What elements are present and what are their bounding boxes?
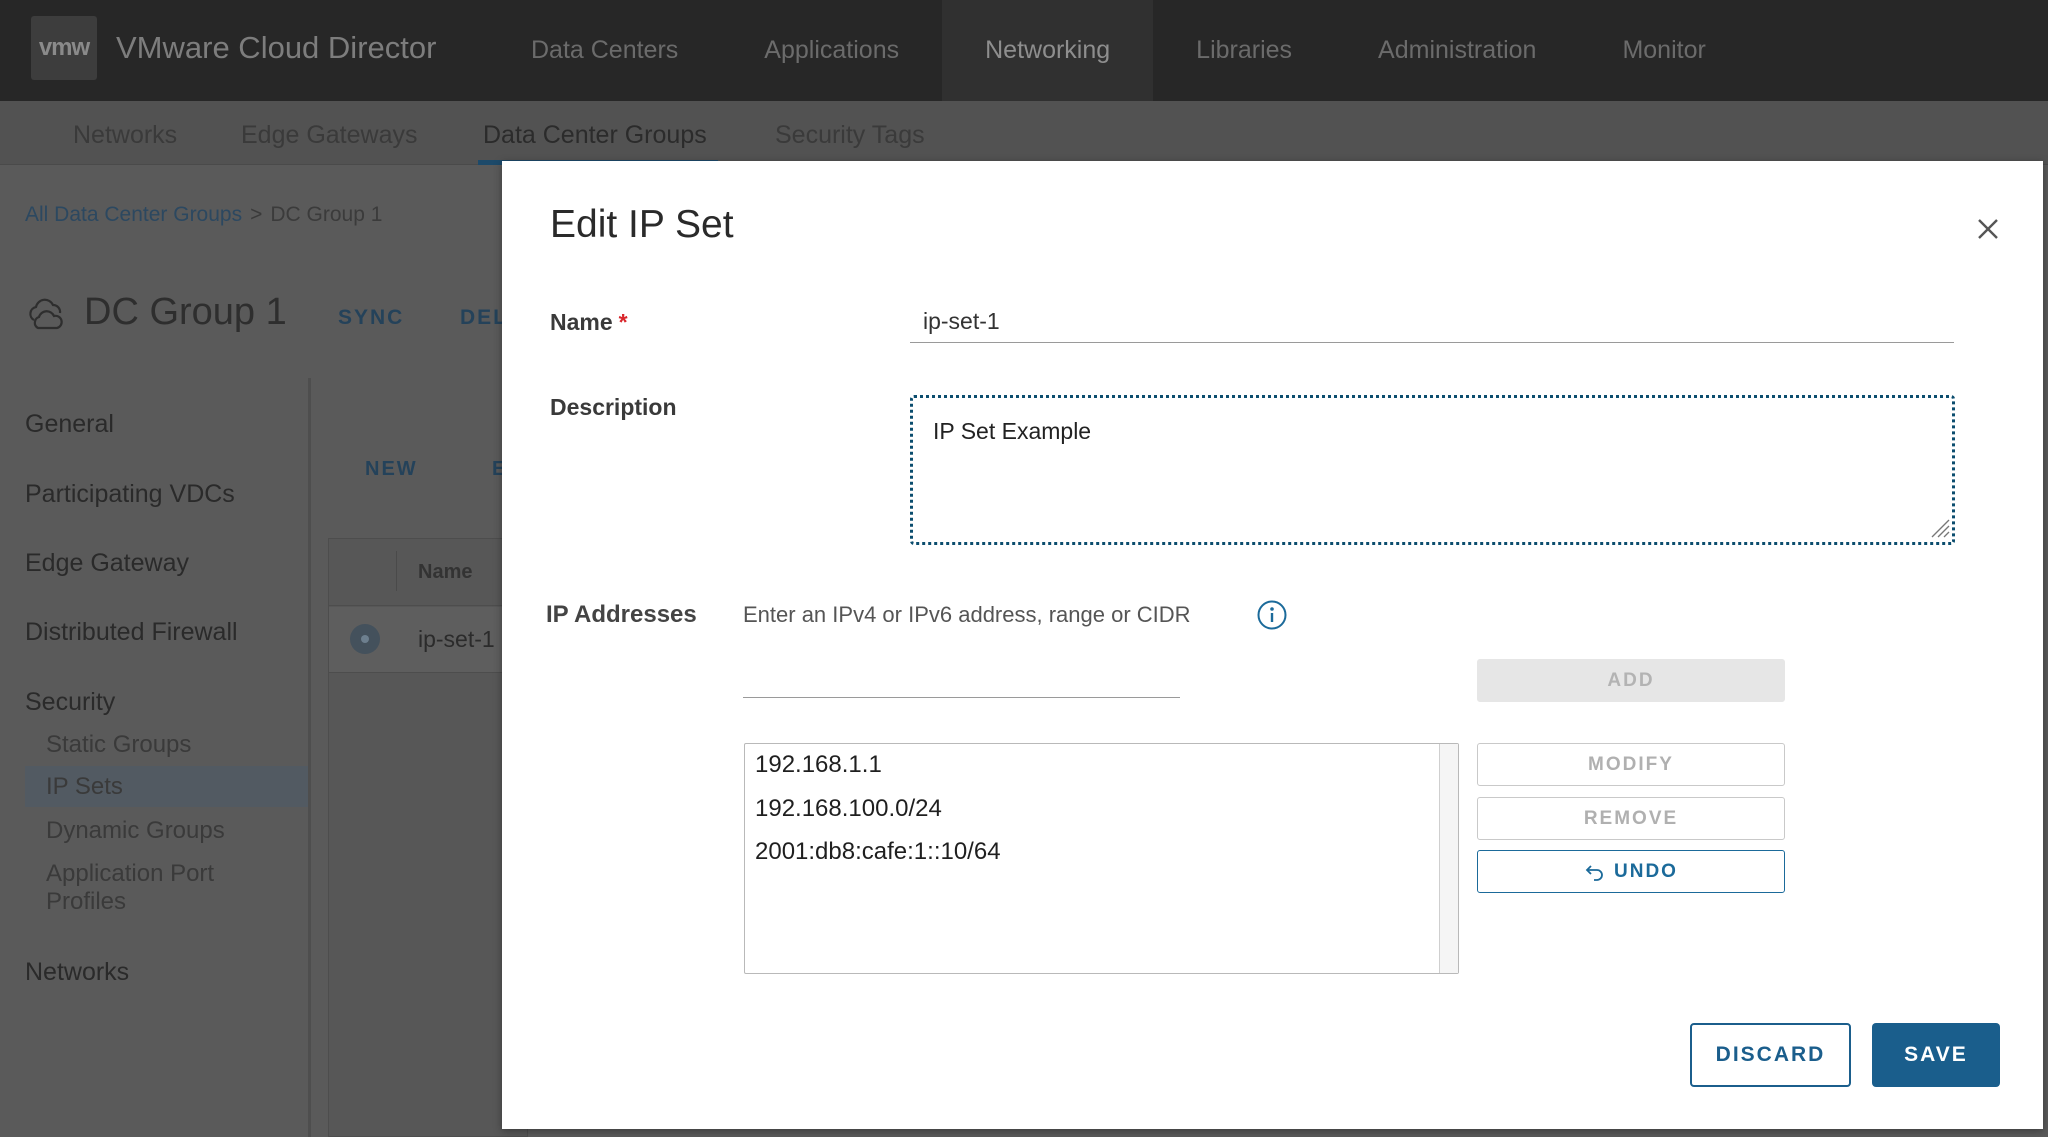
row-select-radio[interactable] — [350, 624, 380, 654]
ip-addresses-label: IP Addresses — [546, 601, 697, 628]
cloud-group-icon — [29, 298, 63, 330]
vmware-logo: vmw — [31, 16, 97, 80]
tab-edge-gateways[interactable]: Edge Gateways — [241, 121, 418, 150]
page-header: DC Group 1 — [24, 290, 287, 334]
tab-networks[interactable]: Networks — [73, 121, 177, 150]
tab-security-tags[interactable]: Security Tags — [775, 121, 925, 150]
ip-address-list[interactable]: 192.168.1.1 192.168.100.0/24 2001:db8:ca… — [744, 743, 1459, 974]
sidebar-item-dynamic-groups[interactable]: Dynamic Groups — [46, 817, 225, 845]
sidebar-divider — [308, 378, 311, 1137]
top-nav-applications[interactable]: Applications — [721, 0, 942, 101]
page-title: DC Group 1 — [84, 290, 287, 333]
undo-label: UNDO — [1614, 860, 1678, 882]
name-label-text: Name — [550, 309, 613, 335]
list-item[interactable]: 2001:db8:cafe:1::10/64 — [755, 838, 1001, 866]
ip-addresses-hint: Enter an IPv4 or IPv6 address, range or … — [743, 602, 1191, 627]
ip-address-input[interactable] — [743, 656, 1180, 698]
sidebar-item-participating-vdcs[interactable]: Participating VDCs — [25, 480, 235, 509]
description-textarea[interactable]: IP Set Example — [910, 395, 1955, 545]
sidebar-item-general[interactable]: General — [25, 410, 114, 439]
name-input[interactable] — [910, 301, 1954, 343]
sidebar-item-distributed-firewall[interactable]: Distributed Firewall — [25, 618, 238, 647]
tab-data-center-groups[interactable]: Data Center Groups — [483, 121, 707, 150]
top-nav-administration[interactable]: Administration — [1335, 0, 1579, 101]
new-button[interactable]: NEW — [365, 458, 418, 481]
resize-grip-icon[interactable] — [1928, 516, 1950, 538]
list-scrollbar[interactable] — [1439, 744, 1458, 973]
breadcrumb: All Data Center Groups > DC Group 1 — [25, 203, 382, 227]
delete-button[interactable]: DEL — [460, 306, 508, 330]
top-nav-monitor[interactable]: Monitor — [1579, 0, 1748, 101]
undo-button[interactable]: UNDO — [1477, 850, 1785, 893]
name-label: Name * — [550, 309, 628, 336]
sidebar-item-ip-sets[interactable]: IP Sets — [25, 766, 308, 807]
breadcrumb-current: DC Group 1 — [270, 203, 383, 226]
save-button[interactable]: SAVE — [1872, 1023, 2000, 1087]
top-nav-libraries[interactable]: Libraries — [1153, 0, 1335, 101]
app-title: VMware Cloud Director — [116, 30, 437, 65]
top-nav: Data Centers Applications Networking Lib… — [488, 0, 1749, 101]
sidebar-item-networks[interactable]: Networks — [25, 958, 129, 987]
list-item[interactable]: 192.168.100.0/24 — [755, 795, 942, 823]
sub-nav: Networks Edge Gateways Data Center Group… — [0, 101, 2048, 165]
required-asterisk: * — [618, 309, 628, 335]
top-nav-data-centers[interactable]: Data Centers — [488, 0, 721, 101]
info-icon[interactable] — [1256, 599, 1288, 631]
undo-icon — [1585, 864, 1603, 881]
modify-button[interactable]: MODIFY — [1477, 743, 1785, 786]
sync-button[interactable]: SYNC — [338, 306, 404, 330]
description-label: Description — [550, 394, 677, 420]
sidebar-item-application-port-profiles-line2[interactable]: Profiles — [46, 888, 126, 916]
dialog-title: Edit IP Set — [550, 203, 734, 246]
sidebar-section-security: Security — [25, 688, 116, 716]
column-header-name[interactable]: Name — [418, 561, 472, 584]
row-name-cell: ip-set-1 — [418, 626, 495, 652]
top-header: vmw VMware Cloud Director Data Centers A… — [0, 0, 2048, 101]
breadcrumb-separator: > — [250, 203, 263, 226]
sidebar-item-edge-gateway[interactable]: Edge Gateway — [25, 549, 189, 578]
discard-button[interactable]: DISCARD — [1690, 1023, 1851, 1087]
table-header-divider — [396, 551, 397, 591]
sidebar-item-application-port-profiles[interactable]: Application Port — [46, 860, 214, 888]
sidebar-item-static-groups[interactable]: Static Groups — [46, 731, 191, 759]
close-icon[interactable] — [1970, 211, 2006, 247]
top-nav-networking[interactable]: Networking — [942, 0, 1154, 101]
edit-ip-set-dialog: Edit IP Set Name* Description IP Set Exa… — [502, 161, 2043, 1129]
list-item[interactable]: 192.168.1.1 — [755, 751, 882, 779]
breadcrumb-root-link[interactable]: All Data Center Groups — [25, 203, 242, 226]
remove-button[interactable]: REMOVE — [1477, 797, 1785, 840]
add-button[interactable]: ADD — [1477, 659, 1785, 702]
